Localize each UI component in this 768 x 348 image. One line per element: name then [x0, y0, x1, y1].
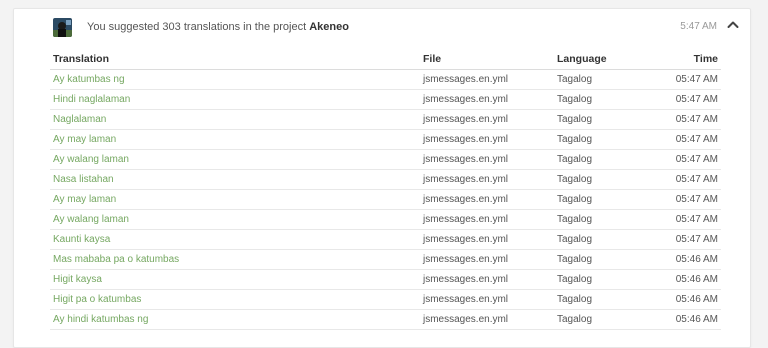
table-row: Ay may laman jsmessages.en.yml Tagalog 0… [50, 129, 721, 150]
table-row: Kaunti kaysa jsmessages.en.yml Tagalog 0… [50, 229, 721, 250]
translation-link[interactable]: Kaunti kaysa [53, 234, 110, 245]
header-language: Language [554, 49, 654, 70]
translation-link[interactable]: Hindi naglalaman [53, 94, 130, 105]
file-cell: jsmessages.en.yml [420, 89, 554, 110]
time-cell: 05:46 AM [654, 289, 721, 310]
translation-link[interactable]: Ay hindi katumbas ng [53, 314, 148, 325]
activity-card: You suggested 303 translations in the pr… [13, 8, 751, 348]
translation-link[interactable]: Ay may laman [53, 194, 116, 205]
language-cell: Tagalog [554, 269, 654, 290]
table-header-row: Translation File Language Time [50, 49, 721, 70]
header-time: Time [654, 49, 721, 70]
file-cell: jsmessages.en.yml [420, 269, 554, 290]
file-cell: jsmessages.en.yml [420, 149, 554, 170]
table-row: Ay may laman jsmessages.en.yml Tagalog 0… [50, 189, 721, 210]
table-row: Ay katumbas ng jsmessages.en.yml Tagalog… [50, 69, 721, 90]
time-cell: 05:46 AM [654, 309, 721, 330]
language-cell: Tagalog [554, 169, 654, 190]
file-cell: jsmessages.en.yml [420, 129, 554, 150]
table-row: Higit pa o katumbas jsmessages.en.yml Ta… [50, 289, 721, 310]
time-cell: 05:47 AM [654, 229, 721, 250]
table-row: Ay hindi katumbas ng jsmessages.en.yml T… [50, 309, 721, 330]
language-cell: Tagalog [554, 229, 654, 250]
table-row: Hindi naglalaman jsmessages.en.yml Tagal… [50, 89, 721, 110]
time-cell: 05:47 AM [654, 149, 721, 170]
file-cell: jsmessages.en.yml [420, 289, 554, 310]
language-cell: Tagalog [554, 249, 654, 270]
table-row: Naglalaman jsmessages.en.yml Tagalog 05:… [50, 109, 721, 130]
header-file: File [420, 49, 554, 70]
time-cell: 05:47 AM [654, 169, 721, 190]
chevron-up-icon[interactable] [725, 17, 741, 33]
avatar [53, 18, 72, 37]
file-cell: jsmessages.en.yml [420, 69, 554, 90]
language-cell: Tagalog [554, 289, 654, 310]
language-cell: Tagalog [554, 149, 654, 170]
translation-link[interactable]: Higit kaysa [53, 274, 102, 285]
file-cell: jsmessages.en.yml [420, 249, 554, 270]
activity-summary: You suggested 303 translations in the pr… [87, 20, 349, 34]
activity-timestamp: 5:47 AM [680, 21, 717, 32]
file-cell: jsmessages.en.yml [420, 209, 554, 230]
translation-link[interactable]: Naglalaman [53, 114, 106, 125]
time-cell: 05:47 AM [654, 189, 721, 210]
time-cell: 05:47 AM [654, 209, 721, 230]
file-cell: jsmessages.en.yml [420, 169, 554, 190]
language-cell: Tagalog [554, 309, 654, 330]
language-cell: Tagalog [554, 69, 654, 90]
table-row: Ay walang laman jsmessages.en.yml Tagalo… [50, 149, 721, 170]
project-name[interactable]: Akeneo [309, 21, 349, 33]
translation-link[interactable]: Ay katumbas ng [53, 74, 125, 85]
header-translation: Translation [50, 49, 420, 70]
language-cell: Tagalog [554, 89, 654, 110]
time-cell: 05:47 AM [654, 69, 721, 90]
file-cell: jsmessages.en.yml [420, 109, 554, 130]
language-cell: Tagalog [554, 209, 654, 230]
language-cell: Tagalog [554, 129, 654, 150]
table-row: Higit kaysa jsmessages.en.yml Tagalog 05… [50, 269, 721, 290]
table-row: Ay walang laman jsmessages.en.yml Tagalo… [50, 209, 721, 230]
summary-text: You suggested 303 translations in the pr… [87, 21, 307, 33]
time-cell: 05:47 AM [654, 89, 721, 110]
translation-link[interactable]: Ay walang laman [53, 154, 129, 165]
translations-table: Translation File Language Time Ay katumb… [50, 49, 721, 330]
time-cell: 05:47 AM [654, 129, 721, 150]
translation-link[interactable]: Ay walang laman [53, 214, 129, 225]
table-row: Mas mababa pa o katumbas jsmessages.en.y… [50, 249, 721, 270]
table-row: Nasa listahan jsmessages.en.yml Tagalog … [50, 169, 721, 190]
file-cell: jsmessages.en.yml [420, 189, 554, 210]
translation-link[interactable]: Higit pa o katumbas [53, 294, 141, 305]
language-cell: Tagalog [554, 189, 654, 210]
translation-link[interactable]: Mas mababa pa o katumbas [53, 254, 179, 265]
translation-link[interactable]: Nasa listahan [53, 174, 114, 185]
translation-link[interactable]: Ay may laman [53, 134, 116, 145]
language-cell: Tagalog [554, 109, 654, 130]
time-cell: 05:46 AM [654, 269, 721, 290]
time-cell: 05:47 AM [654, 109, 721, 130]
activity-header: You suggested 303 translations in the pr… [14, 9, 750, 45]
file-cell: jsmessages.en.yml [420, 309, 554, 330]
time-cell: 05:46 AM [654, 249, 721, 270]
file-cell: jsmessages.en.yml [420, 229, 554, 250]
